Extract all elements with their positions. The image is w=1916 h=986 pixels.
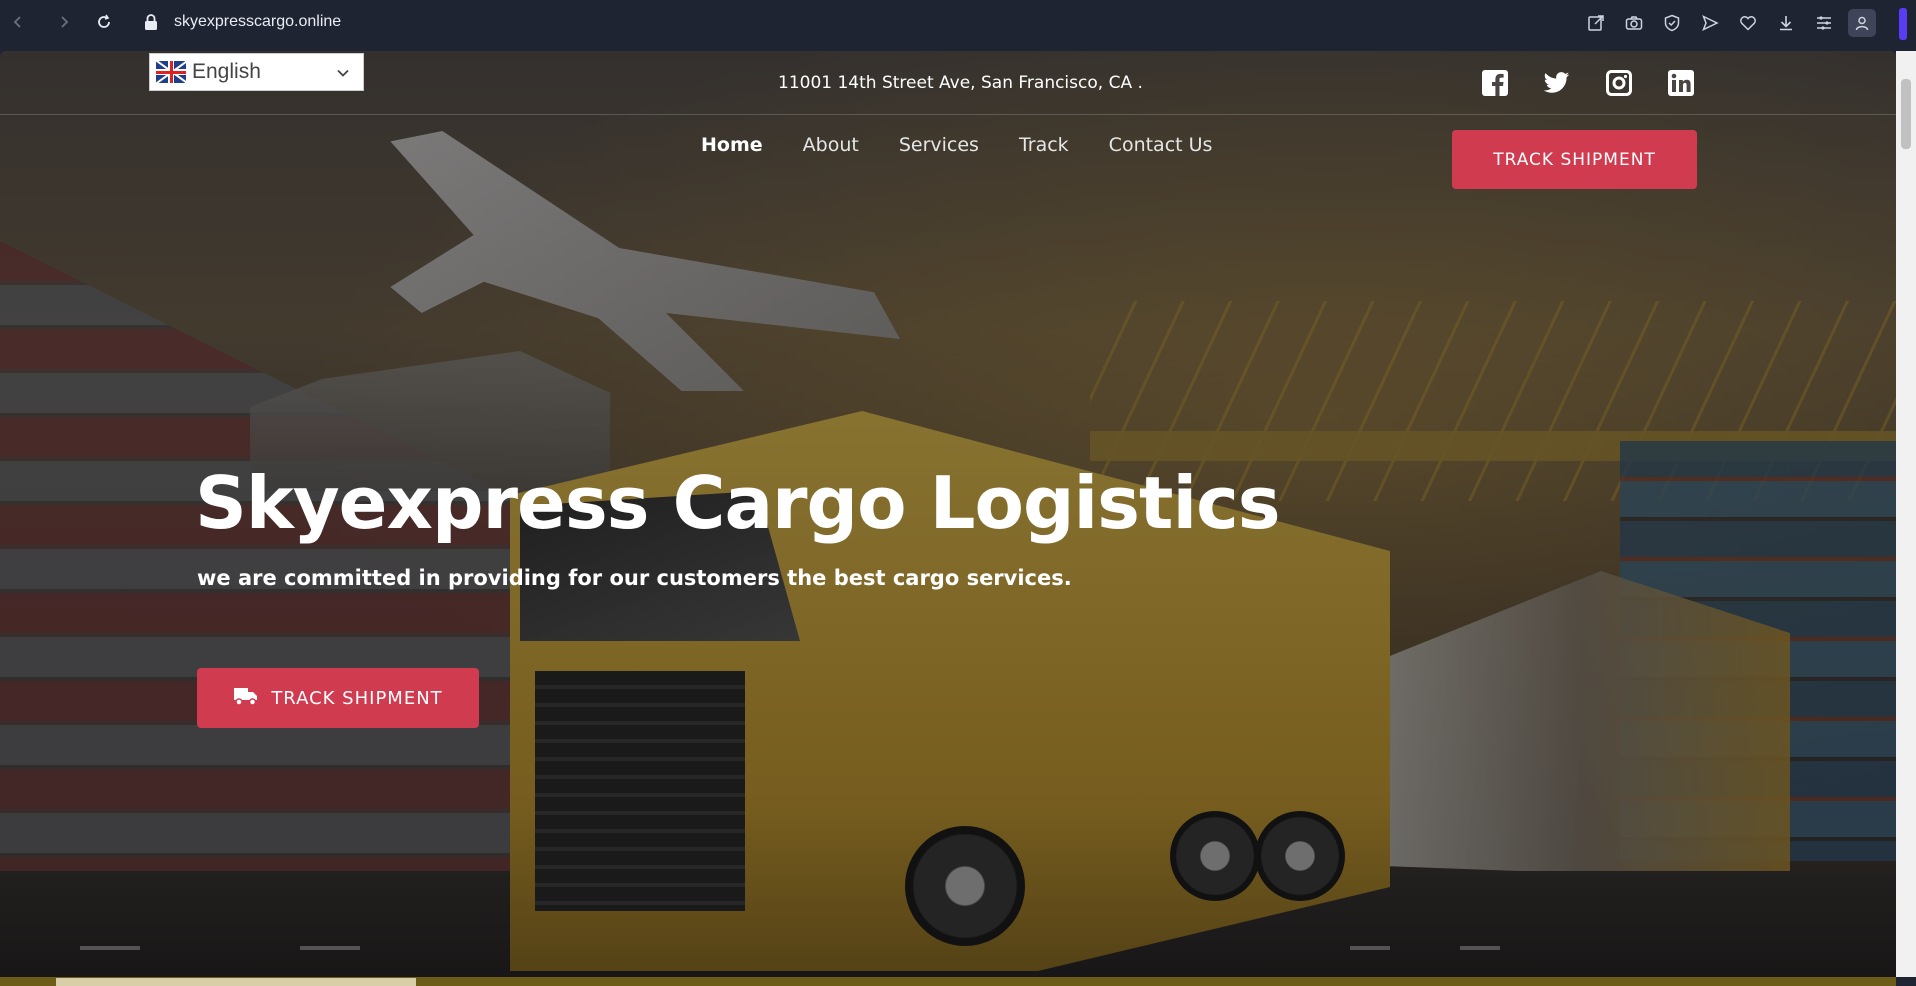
hero-cta-label: TRACK SHIPMENT: [271, 687, 443, 709]
linkedin-icon[interactable]: [1668, 70, 1694, 96]
camera-icon[interactable]: [1620, 9, 1648, 37]
nav-home[interactable]: Home: [701, 134, 763, 156]
twitter-icon[interactable]: [1544, 70, 1570, 96]
reload-icon[interactable]: [94, 12, 114, 32]
profile-icon[interactable]: [1848, 9, 1876, 37]
forward-icon[interactable]: [54, 12, 74, 32]
truck-icon: [233, 686, 259, 711]
browser-tools: [1582, 9, 1876, 37]
menu-icon[interactable]: [1810, 9, 1838, 37]
nav-services[interactable]: Services: [899, 134, 979, 156]
scrollbar-thumb[interactable]: [1901, 79, 1911, 149]
send-icon[interactable]: [1696, 9, 1724, 37]
nav-track[interactable]: Track: [1019, 134, 1069, 156]
language-label: English: [192, 60, 261, 83]
sidebar-accent[interactable]: [1899, 8, 1907, 40]
track-shipment-button[interactable]: TRACK SHIPMENT: [1452, 130, 1697, 189]
bottom-tab: [56, 978, 416, 986]
back-icon[interactable]: [8, 12, 28, 32]
top-info-bar: English 11001 14th Street Ave, San Franc…: [0, 51, 1896, 115]
nav-about[interactable]: About: [803, 134, 859, 156]
heart-icon[interactable]: [1734, 9, 1762, 37]
social-links: [1482, 70, 1694, 96]
instagram-icon[interactable]: [1606, 70, 1632, 96]
chevron-down-icon: [335, 65, 351, 86]
nav-contact-us[interactable]: Contact Us: [1109, 134, 1213, 156]
lock-icon: [143, 13, 159, 36]
hero-subtitle: we are committed in providing for our cu…: [197, 566, 1072, 590]
download-icon[interactable]: [1772, 9, 1800, 37]
company-address: 11001 14th Street Ave, San Francisco, CA…: [778, 73, 1143, 93]
page-viewport: English 11001 14th Street Ave, San Franc…: [0, 51, 1896, 977]
address-bar[interactable]: skyexpresscargo.online: [174, 13, 341, 31]
shield-icon[interactable]: [1658, 9, 1686, 37]
page-scrollbar[interactable]: [1896, 51, 1916, 977]
nav-links: Home About Services Track Contact Us: [701, 134, 1212, 156]
language-select[interactable]: English: [149, 53, 364, 91]
share-icon[interactable]: [1582, 9, 1610, 37]
facebook-icon[interactable]: [1482, 70, 1508, 96]
browser-toolbar: skyexpresscargo.online: [0, 0, 1916, 986]
hero-title: Skyexpress Cargo Logistics: [195, 461, 1281, 545]
uk-flag-icon: [156, 61, 186, 83]
bottom-strip: [0, 977, 1896, 986]
hero-track-shipment-button[interactable]: TRACK SHIPMENT: [197, 668, 479, 728]
